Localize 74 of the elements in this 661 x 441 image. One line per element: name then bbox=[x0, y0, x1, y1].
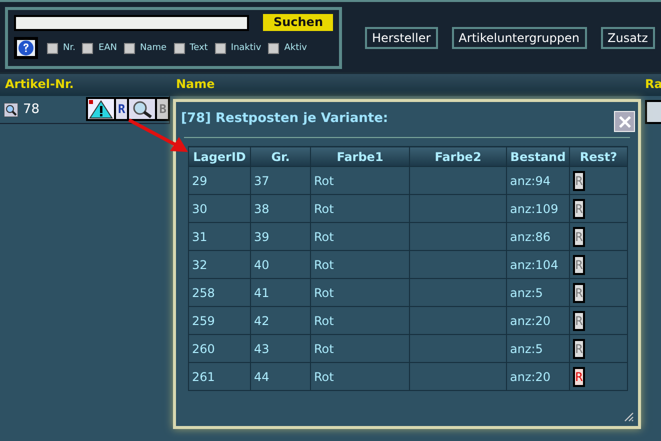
table-cell: 261 bbox=[188, 362, 250, 390]
rest-button[interactable]: R bbox=[573, 226, 585, 246]
table-cell: Rot bbox=[310, 334, 410, 362]
table-cell: anz:94 bbox=[506, 166, 570, 194]
column-header: LagerID bbox=[188, 146, 250, 166]
filter-label: Aktiv bbox=[284, 43, 307, 53]
rest-button[interactable]: R bbox=[573, 254, 585, 274]
table-cell: 42 bbox=[250, 306, 310, 334]
table-cell: 38 bbox=[250, 194, 310, 222]
rest-button[interactable]: R bbox=[573, 310, 585, 330]
filter-checkbox[interactable] bbox=[124, 42, 136, 54]
table-cell: 259 bbox=[188, 306, 250, 334]
r-button[interactable]: R bbox=[116, 99, 128, 119]
nav-button[interactable]: Zusatz bbox=[600, 27, 655, 49]
table-cell: anz:5 bbox=[506, 278, 570, 306]
search-icon[interactable] bbox=[4, 102, 18, 116]
popup-title: [78] Restposten je Variante: bbox=[181, 111, 388, 126]
rest-button[interactable]: R bbox=[573, 338, 585, 358]
table-cell: anz:20 bbox=[506, 306, 570, 334]
table-cell: 29 bbox=[188, 166, 250, 194]
filter-label: Nr. bbox=[63, 43, 76, 53]
table-cell: anz:5 bbox=[506, 334, 570, 362]
table-cell: 32 bbox=[188, 250, 250, 278]
nav-button[interactable]: Artikeluntergruppen bbox=[452, 27, 586, 49]
column-header: Farbe2 bbox=[410, 146, 506, 166]
table-cell: Rot bbox=[310, 306, 410, 334]
table-cell: anz:20 bbox=[506, 362, 570, 390]
rest-button[interactable]: R bbox=[573, 366, 585, 386]
column-header: Farbe1 bbox=[310, 146, 410, 166]
table-cell: 39 bbox=[250, 222, 310, 250]
table-cell: 43 bbox=[250, 334, 310, 362]
rest-button[interactable]: R bbox=[573, 282, 585, 302]
column-header: Name bbox=[176, 77, 215, 91]
table-cell: 40 bbox=[250, 250, 310, 278]
filter-label: Name bbox=[140, 43, 167, 53]
filter-label: EAN bbox=[98, 43, 118, 53]
search-button[interactable]: Suchen bbox=[263, 14, 333, 31]
table-cell: 37 bbox=[250, 166, 310, 194]
table-cell: Rot bbox=[310, 250, 410, 278]
table-cell: anz:109 bbox=[506, 194, 570, 222]
warning-icon[interactable] bbox=[88, 99, 114, 119]
table-cell: Rot bbox=[310, 278, 410, 306]
filter-checkbox[interactable] bbox=[47, 42, 58, 54]
table-cell: Rot bbox=[310, 362, 410, 390]
column-header: Artikel-Nr. bbox=[5, 77, 74, 91]
table-cell: 44 bbox=[250, 362, 310, 390]
table-cell: 31 bbox=[188, 222, 250, 250]
rest-button[interactable]: R bbox=[573, 170, 585, 190]
filter-checkbox[interactable] bbox=[268, 42, 280, 54]
table-cell: Rot bbox=[310, 194, 410, 222]
filter-label: Inaktiv bbox=[230, 43, 262, 53]
table-cell: 41 bbox=[250, 278, 310, 306]
filter-label: Text bbox=[190, 43, 208, 53]
column-header: Gr. bbox=[250, 146, 310, 166]
table-cell: anz:104 bbox=[506, 250, 570, 278]
table-cell: anz:86 bbox=[506, 222, 570, 250]
column-header: Rest? bbox=[570, 146, 628, 166]
filter-checkbox[interactable] bbox=[174, 42, 185, 54]
b-button[interactable]: B bbox=[157, 99, 168, 119]
table-cell: Rot bbox=[310, 166, 410, 194]
resize-grip-icon[interactable] bbox=[622, 410, 634, 422]
rest-button[interactable]: R bbox=[573, 198, 585, 218]
filter-checkbox[interactable] bbox=[82, 42, 94, 54]
article-number: 78 bbox=[23, 102, 40, 117]
column-header: Bestand bbox=[506, 146, 570, 166]
table-cell: 30 bbox=[188, 194, 250, 222]
help-icon[interactable] bbox=[14, 37, 38, 59]
table-cell: 260 bbox=[188, 334, 250, 362]
table-cell: Rot bbox=[310, 222, 410, 250]
search-field[interactable] bbox=[14, 14, 250, 30]
filter-checkbox[interactable] bbox=[214, 42, 226, 54]
column-header: Ra bbox=[645, 77, 661, 91]
table-cell: 258 bbox=[188, 278, 250, 306]
nav-button[interactable]: Hersteller bbox=[365, 27, 438, 49]
